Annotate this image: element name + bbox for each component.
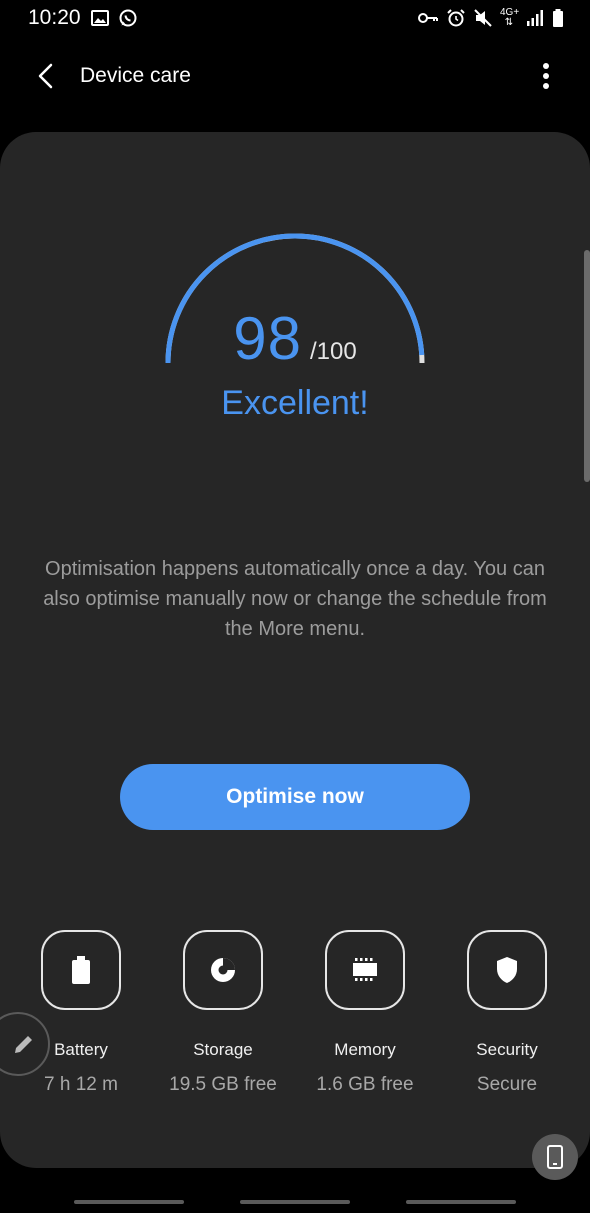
status-bar: 10:20 4G+ ⇅ [0,0,590,40]
back-arrow-icon [38,63,53,89]
score-display: 98/100 [0,304,590,373]
category-label: Memory [334,1040,396,1059]
score-value: 98 [233,305,303,372]
back-button[interactable] [28,58,64,94]
more-vert-icon [543,63,549,89]
status-time: 10:20 [28,6,81,29]
category-label: Storage [193,1040,253,1059]
home-nav-button[interactable] [240,1200,350,1204]
image-icon [91,10,109,26]
category-value: 1.6 GB free [316,1074,414,1095]
vpn-key-icon [418,13,438,23]
memory-chip-icon [353,958,377,981]
optimise-now-button[interactable]: Optimise now [120,764,470,830]
app-bar: Device care [0,44,590,108]
category-value: Secure [476,1074,538,1095]
optimisation-info: Optimisation happens automatically once … [43,558,547,640]
phone-screen-icon [547,1145,563,1169]
back-nav-button[interactable] [406,1200,516,1204]
category-value: 19.5 GB free [169,1074,277,1095]
screen-button[interactable] [532,1134,578,1180]
category-memory[interactable]: Memory 1.6 GB free [294,930,436,1096]
category-security[interactable]: Security Secure [436,930,578,1096]
pencil-icon [15,1036,32,1053]
signal-icon [527,10,543,26]
network-4g-icon: 4G+ ⇅ [500,7,520,28]
battery-icon [553,9,563,27]
mute-icon [474,9,492,27]
score-rating: Excellent! [221,384,369,422]
page-title: Device care [80,64,191,87]
storage-pie-icon [211,958,235,982]
battery-icon [72,956,90,984]
more-options-button[interactable] [532,58,560,94]
category-value: 7 h 12 m [44,1074,118,1095]
shield-icon [497,957,517,983]
category-label: Security [476,1040,538,1059]
category-storage[interactable]: Storage 19.5 GB free [152,930,294,1096]
navigation-bar [0,1196,590,1213]
whatsapp-icon [119,9,137,27]
recents-nav-button[interactable] [74,1200,184,1204]
score-max: /100 [310,338,357,365]
alarm-icon [447,9,465,27]
